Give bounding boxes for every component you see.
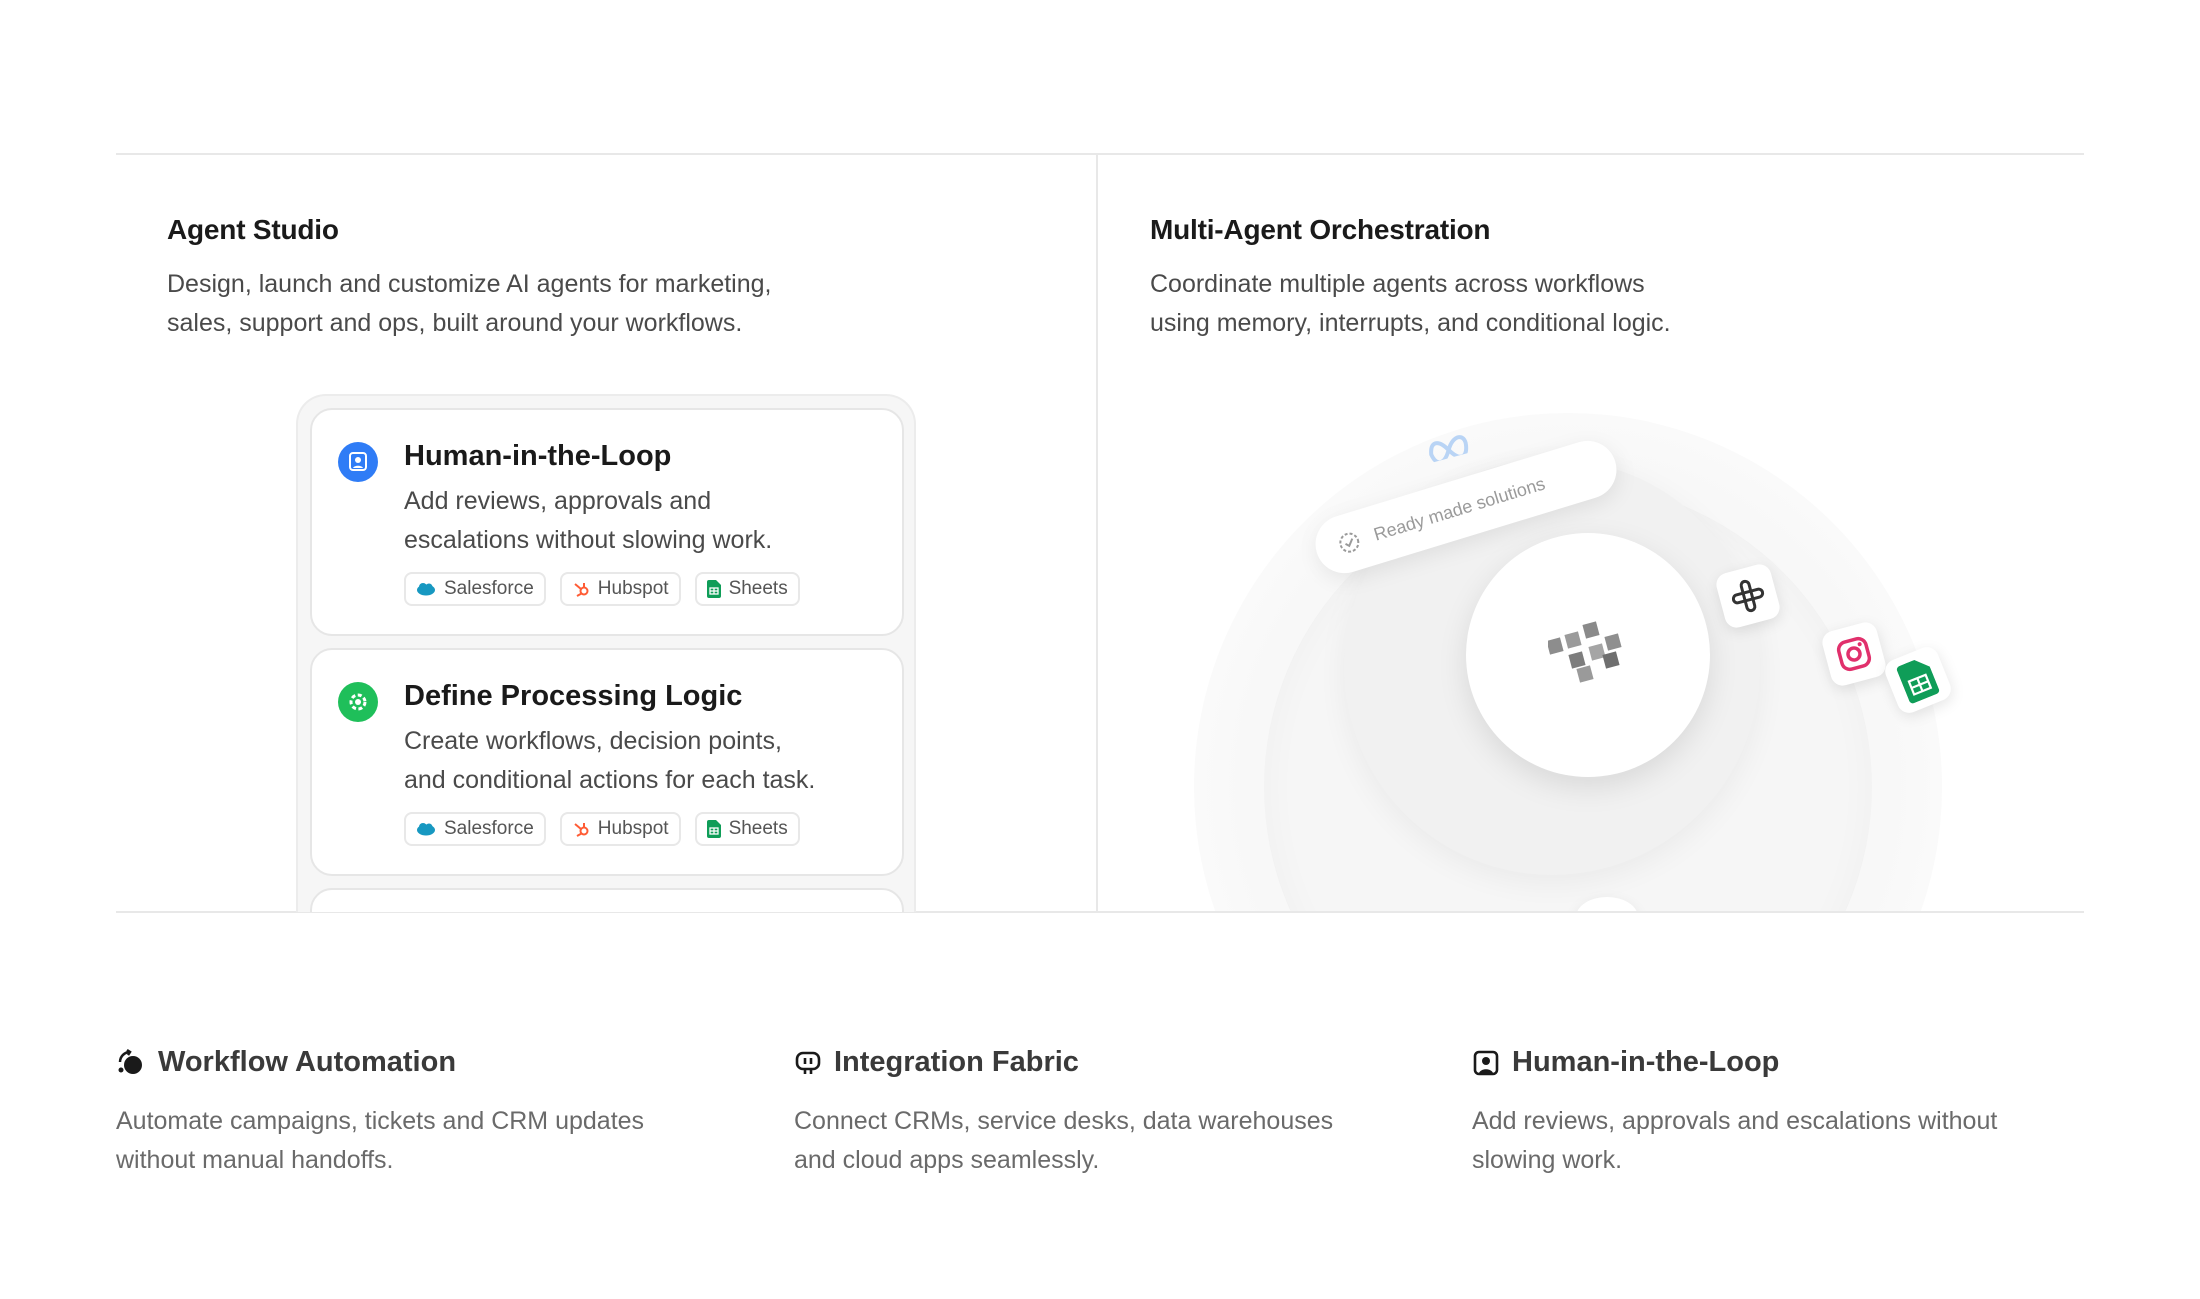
salesforce-icon [417, 583, 435, 596]
sheets-icon [706, 820, 721, 838]
sheets-icon [706, 580, 721, 598]
feature-description: Add reviews, approvals and escalations w… [1472, 1107, 1998, 1174]
slack-icon [1731, 579, 1765, 613]
card-human-in-the-loop[interactable]: Human-in-the-Loop Add reviews, approvals… [310, 408, 904, 636]
chip-sheets[interactable]: Sheets [694, 572, 800, 606]
chip-hubspot[interactable]: Hubspot [559, 572, 681, 606]
integration-chips: Salesforce Hubspot Sheets [404, 572, 800, 606]
chip-sheets[interactable]: Sheets [694, 812, 800, 846]
sheets-icon [1896, 659, 1940, 704]
feature-title: Integration Fabric [834, 1046, 1079, 1078]
human-loop-icon [338, 442, 378, 482]
card-description: Add reviews, approvals and escalations w… [404, 487, 773, 554]
instagram-icon [1836, 636, 1872, 672]
human-loop-icon [1473, 1050, 1499, 1075]
orchestration-visual [1098, 155, 2084, 911]
workflow-icon [118, 1048, 142, 1074]
card-define-processing-logic[interactable]: Define Processing Logic Create workflows… [310, 648, 904, 876]
hubspot-icon [574, 583, 589, 597]
feature-title: Workflow Automation [158, 1046, 457, 1078]
center-hub [1466, 533, 1710, 777]
agent-logo-icon [1548, 621, 1622, 683]
card-peek[interactable] [310, 888, 904, 912]
salesforce-icon [417, 823, 435, 836]
agent-studio-title: Agent Studio [167, 214, 339, 245]
feature-title: Human-in-the-Loop [1512, 1046, 1780, 1078]
agent-studio-description: Design, launch and customize AI agents f… [167, 270, 772, 337]
chip-hubspot[interactable]: Hubspot [559, 812, 681, 846]
chip-salesforce[interactable]: Salesforce [404, 812, 546, 846]
gear-icon [338, 682, 378, 722]
feature-description: Automate campaigns, tickets and CRM upda… [116, 1107, 645, 1174]
chip-salesforce[interactable]: Salesforce [404, 572, 546, 606]
card-title: Human-in-the-Loop [404, 440, 672, 472]
card-title: Define Processing Logic [404, 680, 743, 712]
agent-card-stack: Human-in-the-Loop Add reviews, approvals… [296, 394, 916, 912]
integration-chips: Salesforce Hubspot Sheets [404, 812, 800, 846]
feature-description: Connect CRMs, service desks, data wareho… [794, 1107, 1334, 1174]
integration-icon [795, 1051, 821, 1074]
card-description: Create workflows, decision points, and c… [404, 727, 816, 794]
check-circle-icon [1339, 532, 1360, 553]
hubspot-icon [574, 823, 589, 837]
